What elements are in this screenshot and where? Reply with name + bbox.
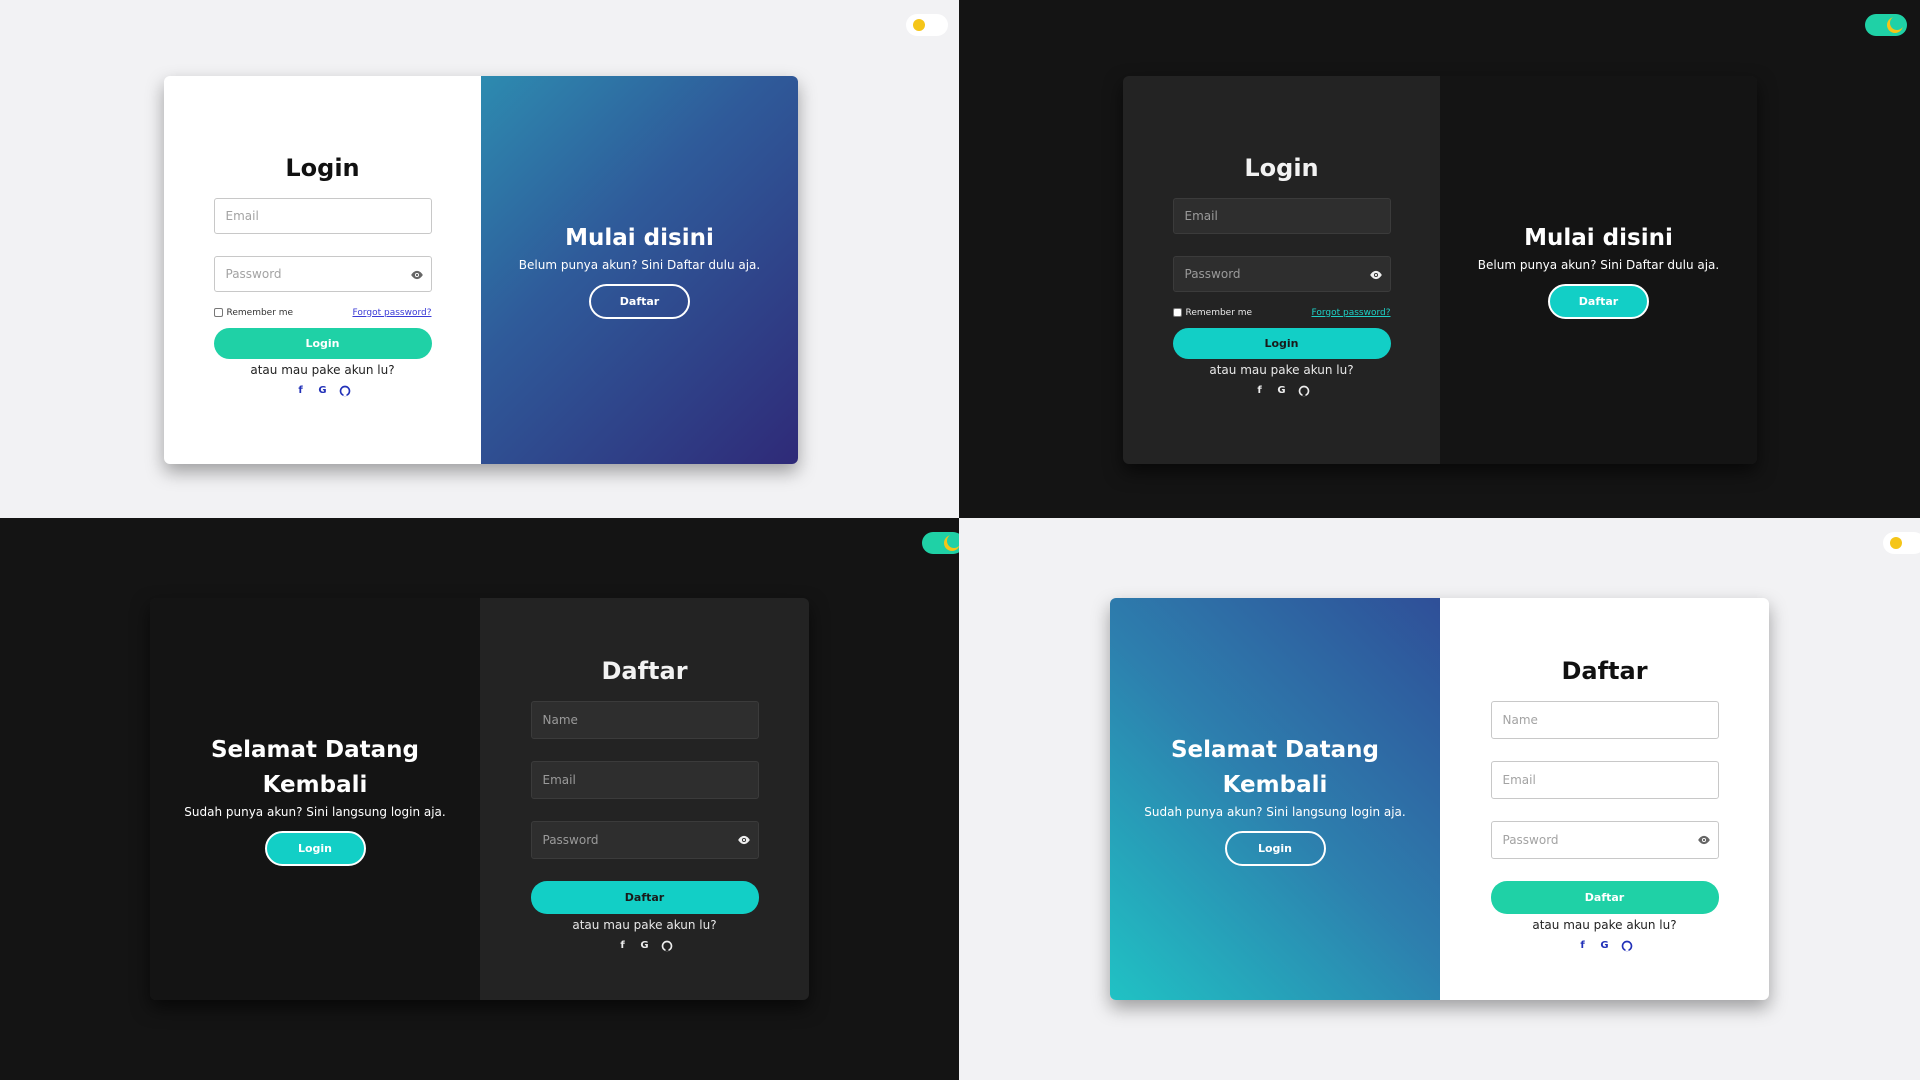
register-title: Daftar [601, 656, 688, 685]
sun-icon [1890, 537, 1902, 549]
overlay-text: Belum punya akun? Sini Daftar dulu aja. [1477, 258, 1720, 272]
moon-icon [944, 534, 959, 551]
login-dark-view: Login Email Password Remember me Forgot … [959, 0, 1920, 518]
google-icon[interactable]: G [1276, 385, 1288, 397]
login-card: Login Email Password Remember me Forgot … [164, 76, 798, 464]
login-options: Remember me Forgot password? [213, 308, 432, 318]
login-overlay: Selamat Datang Kembali Sudah punya akun?… [150, 598, 480, 1000]
email-field[interactable]: Email [1172, 197, 1391, 234]
register-light-view: Selamat Datang Kembali Sudah punya akun?… [959, 518, 1920, 1080]
facebook-icon[interactable]: f [1254, 385, 1266, 397]
go-login-button[interactable]: Login [1224, 830, 1326, 866]
login-title: Login [285, 153, 360, 182]
alt-login-text: atau mau pake akun lu? [1209, 362, 1354, 377]
register-form: Daftar Name Email Password Daftar atau m… [1440, 598, 1769, 1000]
login-light-view: Login Email Password Remember me Forgot … [0, 0, 959, 518]
register-title: Daftar [1561, 656, 1648, 685]
theme-toggle[interactable] [1883, 532, 1920, 554]
moon-icon [1887, 16, 1904, 33]
register-card: Selamat Datang Kembali Sudah punya akun?… [1110, 598, 1769, 1000]
github-icon[interactable] [1298, 385, 1310, 397]
register-form: Daftar Name Email Password Daftar atau m… [480, 598, 809, 1000]
login-card: Login Email Password Remember me Forgot … [1123, 76, 1757, 464]
github-icon[interactable] [1621, 940, 1633, 952]
overlay-text: Sudah punya akun? Sini langsung login aj… [184, 804, 446, 819]
email-field[interactable]: Email [530, 760, 759, 799]
social-login: f G [295, 385, 351, 397]
theme-toggle[interactable] [1865, 14, 1907, 36]
password-field[interactable]: Password [530, 820, 759, 859]
google-icon[interactable]: G [317, 385, 329, 397]
eye-icon[interactable] [737, 833, 751, 847]
google-icon[interactable]: G [1599, 940, 1611, 952]
facebook-icon[interactable]: f [1577, 940, 1589, 952]
register-button[interactable]: Daftar [530, 880, 759, 914]
github-icon[interactable] [339, 385, 351, 397]
password-field[interactable]: Password [213, 255, 432, 292]
remember-checkbox[interactable] [1172, 308, 1182, 317]
register-button[interactable]: Daftar [1490, 880, 1719, 914]
signup-overlay: Mulai disini Belum punya akun? Sini Daft… [481, 76, 798, 464]
go-login-button[interactable]: Login [264, 830, 366, 866]
overlay-title: Mulai disini [1524, 225, 1673, 251]
go-register-button[interactable]: Daftar [1548, 284, 1649, 319]
login-form: Login Email Password Remember me Forgot … [1123, 76, 1440, 464]
social-login: f G [617, 940, 673, 952]
remember-checkbox[interactable] [213, 308, 223, 317]
overlay-text: Belum punya akun? Sini Daftar dulu aja. [518, 258, 761, 272]
google-icon[interactable]: G [639, 940, 651, 952]
theme-toggle[interactable] [922, 532, 959, 554]
github-icon[interactable] [661, 940, 673, 952]
forgot-password-link[interactable]: Forgot password? [1311, 308, 1390, 318]
social-login: f G [1577, 940, 1633, 952]
overlay-text: Sudah punya akun? Sini langsung login aj… [1144, 804, 1406, 819]
eye-icon[interactable] [1697, 833, 1711, 847]
facebook-icon[interactable]: f [617, 940, 629, 952]
login-title: Login [1244, 153, 1319, 182]
login-overlay: Selamat Datang Kembali Sudah punya akun?… [1110, 598, 1440, 1000]
overlay-title: Selamat Datang Kembali [1170, 736, 1380, 798]
name-field[interactable]: Name [530, 700, 759, 739]
name-field[interactable]: Name [1490, 700, 1719, 739]
forgot-password-link[interactable]: Forgot password? [352, 308, 431, 318]
email-field[interactable]: Email [213, 197, 432, 234]
register-dark-view: Selamat Datang Kembali Sudah punya akun?… [0, 518, 959, 1080]
login-button[interactable]: Login [1172, 327, 1391, 359]
alt-login-text: atau mau pake akun lu? [572, 917, 717, 932]
register-card: Selamat Datang Kembali Sudah punya akun?… [150, 598, 809, 1000]
login-button[interactable]: Login [213, 327, 432, 359]
go-register-button[interactable]: Daftar [589, 284, 690, 319]
social-login: f G [1254, 385, 1310, 397]
login-options: Remember me Forgot password? [1172, 308, 1391, 318]
facebook-icon[interactable]: f [295, 385, 307, 397]
alt-login-text: atau mau pake akun lu? [250, 362, 395, 377]
signup-overlay: Mulai disini Belum punya akun? Sini Daft… [1440, 76, 1757, 464]
theme-toggle[interactable] [906, 14, 948, 36]
password-field[interactable]: Password [1172, 255, 1391, 292]
email-field[interactable]: Email [1490, 760, 1719, 799]
sun-icon [913, 19, 925, 31]
alt-login-text: atau mau pake akun lu? [1532, 917, 1677, 932]
overlay-title: Selamat Datang Kembali [210, 736, 420, 798]
overlay-title: Mulai disini [565, 225, 714, 251]
password-field[interactable]: Password [1490, 820, 1719, 859]
eye-icon[interactable] [1369, 268, 1383, 282]
login-form: Login Email Password Remember me Forgot … [164, 76, 481, 464]
eye-icon[interactable] [410, 268, 424, 282]
remember-me[interactable]: Remember me [213, 308, 293, 318]
remember-me[interactable]: Remember me [1172, 308, 1252, 318]
